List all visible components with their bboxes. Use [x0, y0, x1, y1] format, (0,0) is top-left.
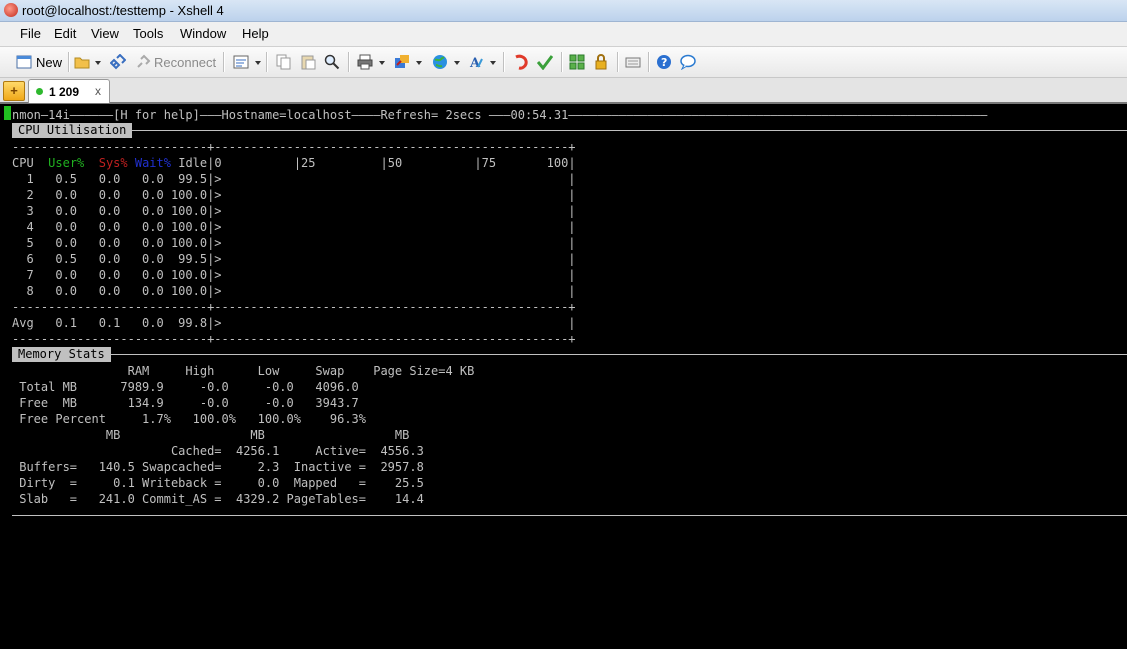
- xshell-app-icon: [4, 3, 18, 17]
- reconnect-icon: [137, 54, 151, 68]
- cpu-header-scale: Idle|0 |25 |50 |75 100|: [178, 156, 576, 170]
- cpu-table-bottom-border: ---------------------------+------------…: [12, 332, 576, 346]
- cpu-row: 5 0.0 0.0 0.0 100.0|> |: [12, 236, 576, 250]
- session-tab-bar: + 1 209 x: [0, 78, 1127, 104]
- cpu-table-mid-border: ---------------------------+------------…: [12, 300, 576, 314]
- menu-view[interactable]: View: [91, 26, 119, 41]
- memory-line: MB MB MB: [12, 428, 410, 442]
- print-dropdown-caret[interactable]: [379, 61, 385, 65]
- menu-bar: File Edit View Tools Window Help: [0, 22, 1127, 47]
- toolbar: New Reconnect A ?: [0, 47, 1127, 78]
- terminal-cursor: [4, 106, 11, 120]
- memory-section-title: Memory Stats: [12, 347, 111, 362]
- memory-line: Slab = 241.0 Commit_AS = 4329.2 PageTabl…: [12, 492, 424, 506]
- cpu-row: 4 0.0 0.0 0.0 100.0|> |: [12, 220, 576, 234]
- memory-line: Buffers= 140.5 Swapcached= 2.3 Inactive …: [12, 460, 424, 474]
- open-folder-icon[interactable]: [74, 54, 90, 70]
- cpu-row: 8 0.0 0.0 0.0 100.0|> |: [12, 284, 576, 298]
- cpu-row: 2 0.0 0.0 0.0 100.0|> |: [12, 188, 576, 202]
- window-titlebar[interactable]: root@localhost:/testtemp - Xshell 4: [0, 0, 1127, 22]
- print-icon[interactable]: [357, 54, 373, 70]
- transfer-dropdown-caret[interactable]: [416, 61, 422, 65]
- connect-link-icon[interactable]: [110, 54, 126, 70]
- menu-file[interactable]: File: [20, 26, 41, 41]
- cpu-table-header: CPU User% Sys% Wait% Idle|0 |25 |50 |75 …: [12, 155, 576, 171]
- memory-line: Free MB 134.9 -0.0 -0.0 3943.7: [12, 396, 359, 410]
- font-icon[interactable]: A: [468, 54, 484, 70]
- help-icon[interactable]: ?: [656, 54, 672, 70]
- memory-line: Total MB 7989.9 -0.0 -0.0 4096.0: [12, 380, 359, 394]
- window-title: root@localhost:/testtemp - Xshell 4: [22, 3, 224, 18]
- memory-line: RAM High Low Swap Page Size=4 KB: [12, 364, 475, 378]
- session-tab[interactable]: 1 209 x: [28, 79, 110, 103]
- copy-icon[interactable]: [276, 54, 292, 70]
- chat-bubble-icon[interactable]: [680, 54, 696, 70]
- new-button-label: New: [36, 54, 63, 70]
- find-magnifier-icon[interactable]: [324, 54, 340, 70]
- globe-dropdown-caret[interactable]: [454, 61, 460, 65]
- add-tab-button[interactable]: +: [3, 81, 25, 101]
- menu-help[interactable]: Help: [242, 26, 269, 41]
- cpu-section-title: CPU Utilisation: [12, 123, 133, 138]
- menu-window[interactable]: Window: [180, 26, 226, 41]
- globe-icon[interactable]: [432, 54, 448, 70]
- lock-icon[interactable]: [593, 54, 609, 70]
- add-tab-plus-icon: +: [10, 83, 18, 98]
- connected-status-icon: [36, 88, 43, 95]
- xftp-icon[interactable]: [513, 54, 529, 70]
- memory-line: Free Percent 1.7% 100.0% 100.0% 96.3%: [12, 412, 367, 426]
- properties-dropdown-caret[interactable]: [255, 61, 261, 65]
- menu-edit[interactable]: Edit: [54, 26, 76, 41]
- svg-text:?: ?: [661, 56, 667, 69]
- cpu-row: 3 0.0 0.0 0.0 100.0|> |: [12, 204, 576, 218]
- menu-tools[interactable]: Tools: [133, 26, 163, 41]
- cpu-avg-row: Avg 0.1 0.1 0.0 99.8|> |: [12, 316, 576, 330]
- cpu-row: 6 0.5 0.0 0.0 99.5|> |: [12, 252, 576, 266]
- cpu-header-wait: Wait%: [134, 156, 171, 170]
- keyboard-icon[interactable]: [625, 54, 641, 70]
- memory-line: Dirty = 0.1 Writeback = 0.0 Mapped = 25.…: [12, 476, 424, 490]
- properties-icon[interactable]: [233, 54, 249, 70]
- cpu-row: 7 0.0 0.0 0.0 100.0|> |: [12, 268, 576, 282]
- cpu-header-cpu: CPU: [12, 156, 34, 170]
- reconnect-button-label: Reconnect: [154, 54, 217, 70]
- tab-close-icon[interactable]: x: [95, 84, 101, 98]
- session-tab-label: 1 209: [49, 85, 80, 99]
- new-session-icon: [16, 55, 32, 69]
- cpu-header-sys: Sys%: [98, 156, 128, 170]
- memory-line: Cached= 4256.1 Active= 4556.3: [12, 444, 424, 458]
- tunnel-icon[interactable]: [537, 54, 553, 70]
- open-dropdown-caret[interactable]: [95, 61, 101, 65]
- nmon-header-line: nmon—14i——————[H for help]———Hostname=lo…: [12, 108, 988, 122]
- font-dropdown-caret[interactable]: [490, 61, 496, 65]
- paste-icon[interactable]: [300, 54, 316, 70]
- new-button[interactable]: New: [16, 53, 62, 71]
- reconnect-button[interactable]: Reconnect: [135, 53, 216, 71]
- layout-grid-icon[interactable]: [569, 54, 585, 70]
- transfer-icon[interactable]: [394, 54, 410, 70]
- cpu-table-top-border: ---------------------------+------------…: [12, 140, 576, 154]
- cpu-row: 1 0.5 0.0 0.0 99.5|> |: [12, 172, 576, 186]
- cpu-header-user: User%: [48, 156, 85, 170]
